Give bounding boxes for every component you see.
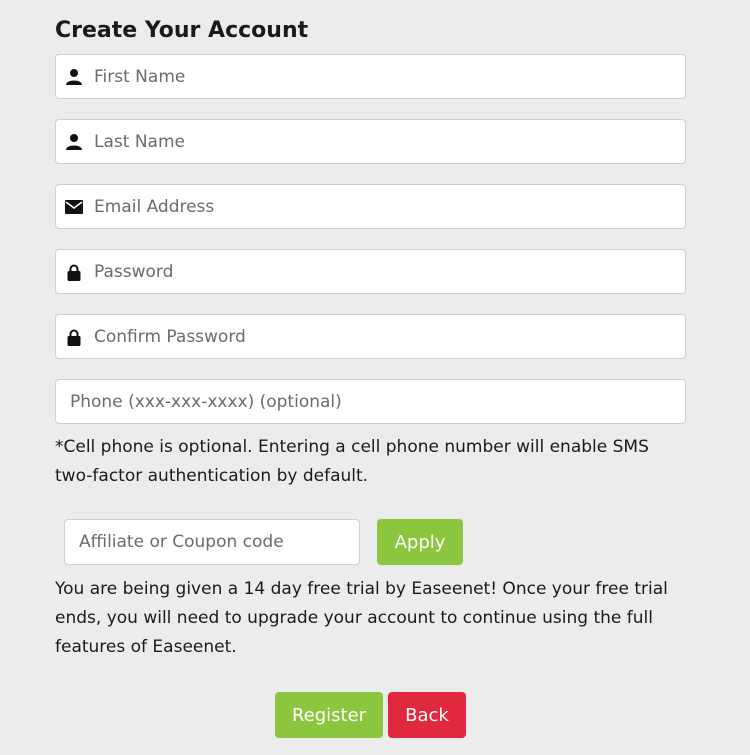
apply-button[interactable]: Apply <box>377 519 463 565</box>
coupon-row: Apply <box>55 519 686 565</box>
last-name-input[interactable] <box>56 120 685 163</box>
coupon-field[interactable] <box>64 519 360 565</box>
coupon-input[interactable] <box>65 520 359 564</box>
confirm-password-input[interactable] <box>56 315 685 358</box>
email-input[interactable] <box>56 185 685 228</box>
form-actions: Register Back <box>0 692 750 738</box>
trial-notice: You are being given a 14 day free trial … <box>55 579 668 657</box>
phone-field[interactable] <box>55 379 686 424</box>
first-name-input[interactable] <box>56 55 685 98</box>
email-field[interactable] <box>55 184 686 229</box>
page-title: Create Your Account <box>55 18 309 43</box>
first-name-field[interactable] <box>55 54 686 99</box>
password-field[interactable] <box>55 249 686 294</box>
last-name-field[interactable] <box>55 119 686 164</box>
register-button[interactable]: Register <box>275 692 383 738</box>
registration-form: Create Your Account *Cell phone is optio <box>55 14 686 662</box>
confirm-password-field[interactable] <box>55 314 686 359</box>
phone-input[interactable] <box>56 380 685 423</box>
password-input[interactable] <box>56 250 685 293</box>
back-button[interactable]: Back <box>388 692 466 738</box>
phone-note: *Cell phone is optional. Entering a cell… <box>55 437 649 486</box>
